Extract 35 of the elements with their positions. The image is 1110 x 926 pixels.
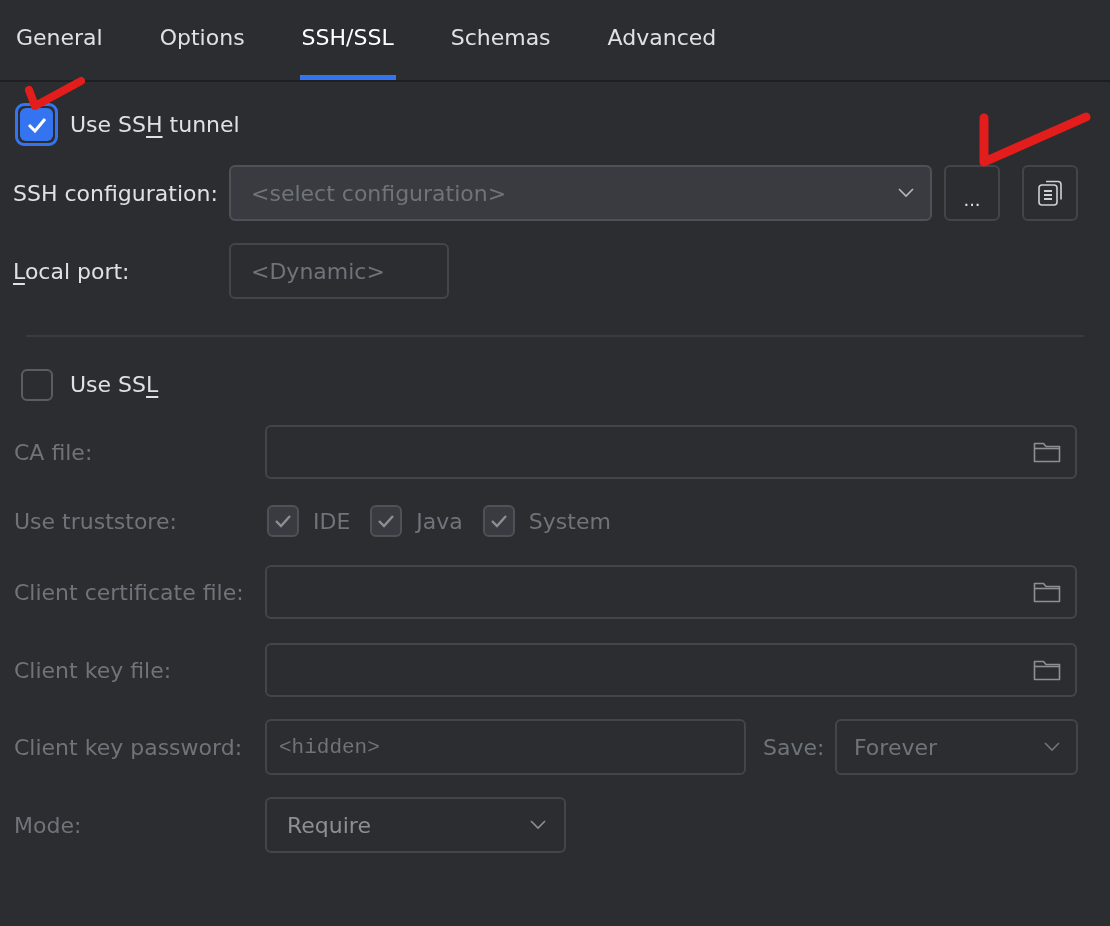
field-label: Local port:	[12, 257, 131, 286]
tab[interactable]: Advanced	[605, 0, 719, 80]
checkbox-label: Java	[416, 507, 463, 536]
check-icon	[274, 514, 292, 528]
chevron-down-icon	[530, 820, 546, 830]
checkbox-label: System	[528, 507, 611, 536]
folder-icon	[1033, 440, 1061, 464]
copy-button[interactable]	[1022, 165, 1078, 221]
check-icon	[26, 116, 47, 133]
field-label: Use truststore:	[13, 507, 178, 536]
chevron-down-icon	[898, 188, 914, 198]
field-label: CA file:	[13, 438, 94, 467]
tab[interactable]: Schemas	[448, 0, 553, 80]
checkbox-label: Use SSH tunnel	[70, 111, 240, 139]
field-label: Client key file:	[13, 656, 173, 685]
chevron-down-icon	[1044, 742, 1060, 752]
checkbox-label: Use SSL	[70, 371, 159, 399]
checkbox[interactable]	[15, 103, 58, 146]
port-field[interactable]: <Dynamic>	[229, 243, 449, 299]
check-icon	[377, 514, 396, 528]
field-label: Mode:	[13, 811, 83, 840]
checkbox-label: IDE	[313, 507, 351, 536]
tab[interactable]: Options	[157, 0, 247, 80]
tab[interactable]: SSH/SSL	[299, 0, 396, 80]
field-label: Client certificate file:	[13, 578, 245, 607]
field-label: Save:	[763, 733, 826, 762]
tab[interactable]: General	[14, 0, 105, 80]
copy-icon	[1037, 179, 1063, 207]
browse-button[interactable]: ...	[944, 165, 1000, 221]
field-label: SSH configuration:	[12, 179, 219, 208]
folder-icon	[1033, 580, 1061, 604]
check-mark-annotation	[24, 76, 86, 110]
folder-icon	[1033, 658, 1061, 682]
field-label: Client key password:	[13, 733, 244, 762]
check-icon	[489, 514, 508, 528]
